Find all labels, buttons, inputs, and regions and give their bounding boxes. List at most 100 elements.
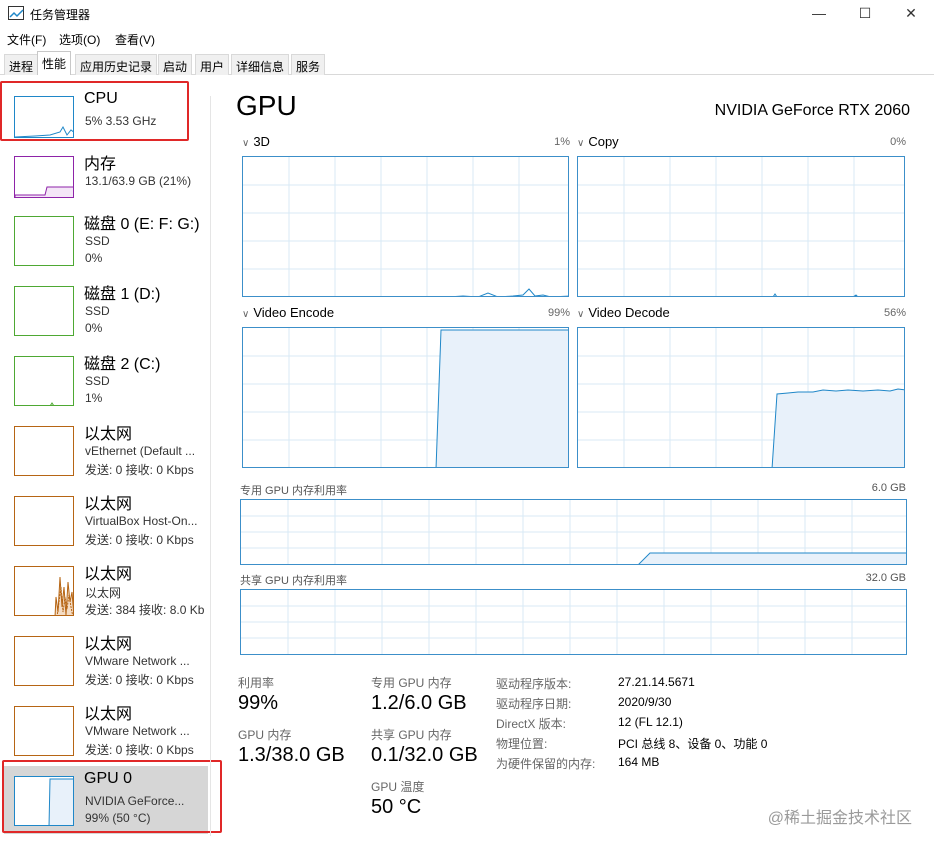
engine-selector-copy[interactable]: ∨ Copy <box>577 134 619 149</box>
ethernet-thumbnail <box>14 706 74 756</box>
graph-copy <box>577 156 905 297</box>
memory-thumbnail <box>14 156 74 198</box>
maximize-button[interactable]: ☐ <box>842 0 888 28</box>
tab-services[interactable]: 服务 <box>291 54 326 75</box>
panel-divider <box>210 96 211 836</box>
sidebar-item-ethernet-4[interactable]: 以太网 VMware Network ... 发送: 0 接收: 0 Kbps <box>4 626 208 694</box>
window-title: 任务管理器 <box>30 8 91 22</box>
gpu-memory-label: GPU 内存 <box>238 728 292 742</box>
chevron-down-icon: ∨ <box>577 309 585 320</box>
driver-version-value: 27.21.14.5671 <box>618 675 695 689</box>
disk-thumbnail <box>14 216 74 266</box>
engine-selector-video-encode[interactable]: ∨ Video Encode <box>242 305 334 320</box>
dedicated-memory-max: 6.0 GB <box>871 482 906 494</box>
engine-name: Copy <box>588 134 619 149</box>
chevron-down-icon: ∨ <box>577 138 585 149</box>
graph-video-encode <box>242 327 569 468</box>
reserved-memory-value: 164 MB <box>618 755 660 769</box>
sidebar-item-detail-2: 发送: 0 接收: 0 Kbps <box>85 743 194 757</box>
title-bar: 任务管理器 — ☐ ✕ <box>0 0 934 28</box>
disk-thumbnail <box>14 356 74 406</box>
driver-version-label: 驱动程序版本: <box>496 677 572 691</box>
minimize-button[interactable]: — <box>796 0 842 28</box>
gpu-temperature-value: 50 °C <box>371 796 422 818</box>
sidebar-item-detail: VMware Network ... <box>85 724 190 738</box>
shared-gpu-memory-label: 共享 GPU 内存 <box>371 728 452 742</box>
graph-video-decode <box>577 327 905 468</box>
directx-version-value: 12 (FL 12.1) <box>618 715 683 729</box>
engine-name: Video Encode <box>253 305 335 320</box>
tab-bar: 进程 性能 应用历史记录 启动 用户 详细信息 服务 <box>0 49 934 75</box>
ethernet-thumbnail <box>14 566 74 616</box>
engine-percent: 99% <box>547 307 570 319</box>
tab-details[interactable]: 详细信息 <box>231 54 290 75</box>
engine-selector-3d[interactable]: ∨ 3D <box>242 134 270 149</box>
sidebar-item-detail: 13.1/63.9 GB (21%) <box>85 174 192 188</box>
graph-dedicated-memory <box>240 499 907 565</box>
sidebar-item-ethernet-1[interactable]: 以太网 vEthernet (Default ... 发送: 0 接收: 0 K… <box>4 416 208 484</box>
menu-bar: 文件(F) 选项(O) 查看(V) <box>0 28 934 49</box>
task-manager-icon <box>8 6 24 20</box>
tab-processes[interactable]: 进程 <box>4 54 39 75</box>
tab-startup[interactable]: 启动 <box>158 54 193 75</box>
engine-selector-video-decode[interactable]: ∨ Video Decode <box>577 305 670 320</box>
dedicated-gpu-memory-value: 1.2/6.0 GB <box>371 692 467 714</box>
sidebar-item-detail: SSD <box>85 234 110 248</box>
ethernet-thumbnail <box>14 426 74 476</box>
highlight-box-gpu <box>2 760 222 833</box>
tab-users[interactable]: 用户 <box>195 54 230 75</box>
page-title: GPU <box>236 90 297 121</box>
sidebar-item-detail: 以太网 <box>85 586 122 600</box>
sidebar-item-detail-2: 发送: 0 接收: 0 Kbps <box>85 533 194 547</box>
dedicated-memory-label: 专用 GPU 内存利用率 <box>240 485 347 497</box>
sidebar-item-detail: SSD <box>85 304 110 318</box>
ethernet-thumbnail <box>14 636 74 686</box>
engine-name: Video Decode <box>588 305 670 320</box>
sidebar-item-ethernet-2[interactable]: 以太网 VirtualBox Host-On... 发送: 0 接收: 0 Kb… <box>4 486 208 554</box>
menu-options[interactable]: 选项(O) <box>59 31 100 48</box>
sidebar-item-detail: VMware Network ... <box>85 654 190 668</box>
sidebar-item-disk-0[interactable]: 磁盘 0 (E: F: G:) SSD 0% <box>4 206 208 274</box>
gpu-temperature-label: GPU 温度 <box>371 780 425 794</box>
engine-percent: 1% <box>554 136 570 148</box>
sidebar-item-title: 内存 <box>84 156 117 173</box>
sidebar-item-title: 以太网 <box>84 566 133 583</box>
watermark: @稀土掘金技术社区 <box>767 810 912 827</box>
sidebar-item-detail: vEthernet (Default ... <box>85 444 196 458</box>
driver-date-value: 2020/9/30 <box>618 695 672 709</box>
sidebar-item-detail-2: 0% <box>85 251 103 265</box>
sidebar-item-detail-2: 0% <box>85 321 103 335</box>
engine-percent: 56% <box>883 307 906 319</box>
ethernet-thumbnail <box>14 496 74 546</box>
highlight-box-cpu <box>0 81 189 141</box>
graph-3d <box>242 156 569 297</box>
reserved-memory-label: 为硬件保留的内存: <box>496 757 596 771</box>
sidebar-item-title: 磁盘 0 (E: F: G:) <box>84 216 200 233</box>
physical-location-value: PCI 总线 8、设备 0、功能 0 <box>618 737 768 751</box>
sidebar-item-ethernet-5[interactable]: 以太网 VMware Network ... 发送: 0 接收: 0 Kbps <box>4 696 208 764</box>
resource-sidebar: CPU 5% 3.53 GHz 内存 13.1/63.9 GB (21%) 磁盘… <box>0 76 212 848</box>
sidebar-item-disk-2[interactable]: 磁盘 2 (C:) SSD 1% <box>4 346 208 414</box>
graph-shared-memory <box>240 589 907 655</box>
sidebar-item-detail-2: 发送: 384 接收: 8.0 Kb <box>85 603 205 617</box>
close-button[interactable]: ✕ <box>888 0 934 28</box>
chevron-down-icon: ∨ <box>242 138 250 149</box>
gpu-memory-value: 1.3/38.0 GB <box>238 744 345 766</box>
sidebar-item-title: 磁盘 1 (D:) <box>84 286 161 303</box>
sidebar-item-title: 以太网 <box>84 706 133 723</box>
menu-view[interactable]: 查看(V) <box>115 31 155 48</box>
sidebar-item-ethernet-3[interactable]: 以太网 以太网 发送: 384 接收: 8.0 Kb <box>4 556 208 624</box>
dedicated-gpu-memory-label: 专用 GPU 内存 <box>371 676 452 690</box>
tab-app-history[interactable]: 应用历史记录 <box>75 54 158 75</box>
sidebar-item-disk-1[interactable]: 磁盘 1 (D:) SSD 0% <box>4 276 208 344</box>
sidebar-item-memory[interactable]: 内存 13.1/63.9 GB (21%) <box>4 146 208 214</box>
directx-version-label: DirectX 版本: <box>496 717 567 731</box>
sidebar-item-detail: VirtualBox Host-On... <box>85 514 198 528</box>
sidebar-item-detail: SSD <box>85 374 110 388</box>
menu-file[interactable]: 文件(F) <box>7 31 46 48</box>
shared-memory-max: 32.0 GB <box>865 572 906 584</box>
utilization-value: 99% <box>238 692 279 714</box>
physical-location-label: 物理位置: <box>496 737 548 751</box>
utilization-label: 利用率 <box>238 676 275 690</box>
tab-performance[interactable]: 性能 <box>37 51 72 75</box>
